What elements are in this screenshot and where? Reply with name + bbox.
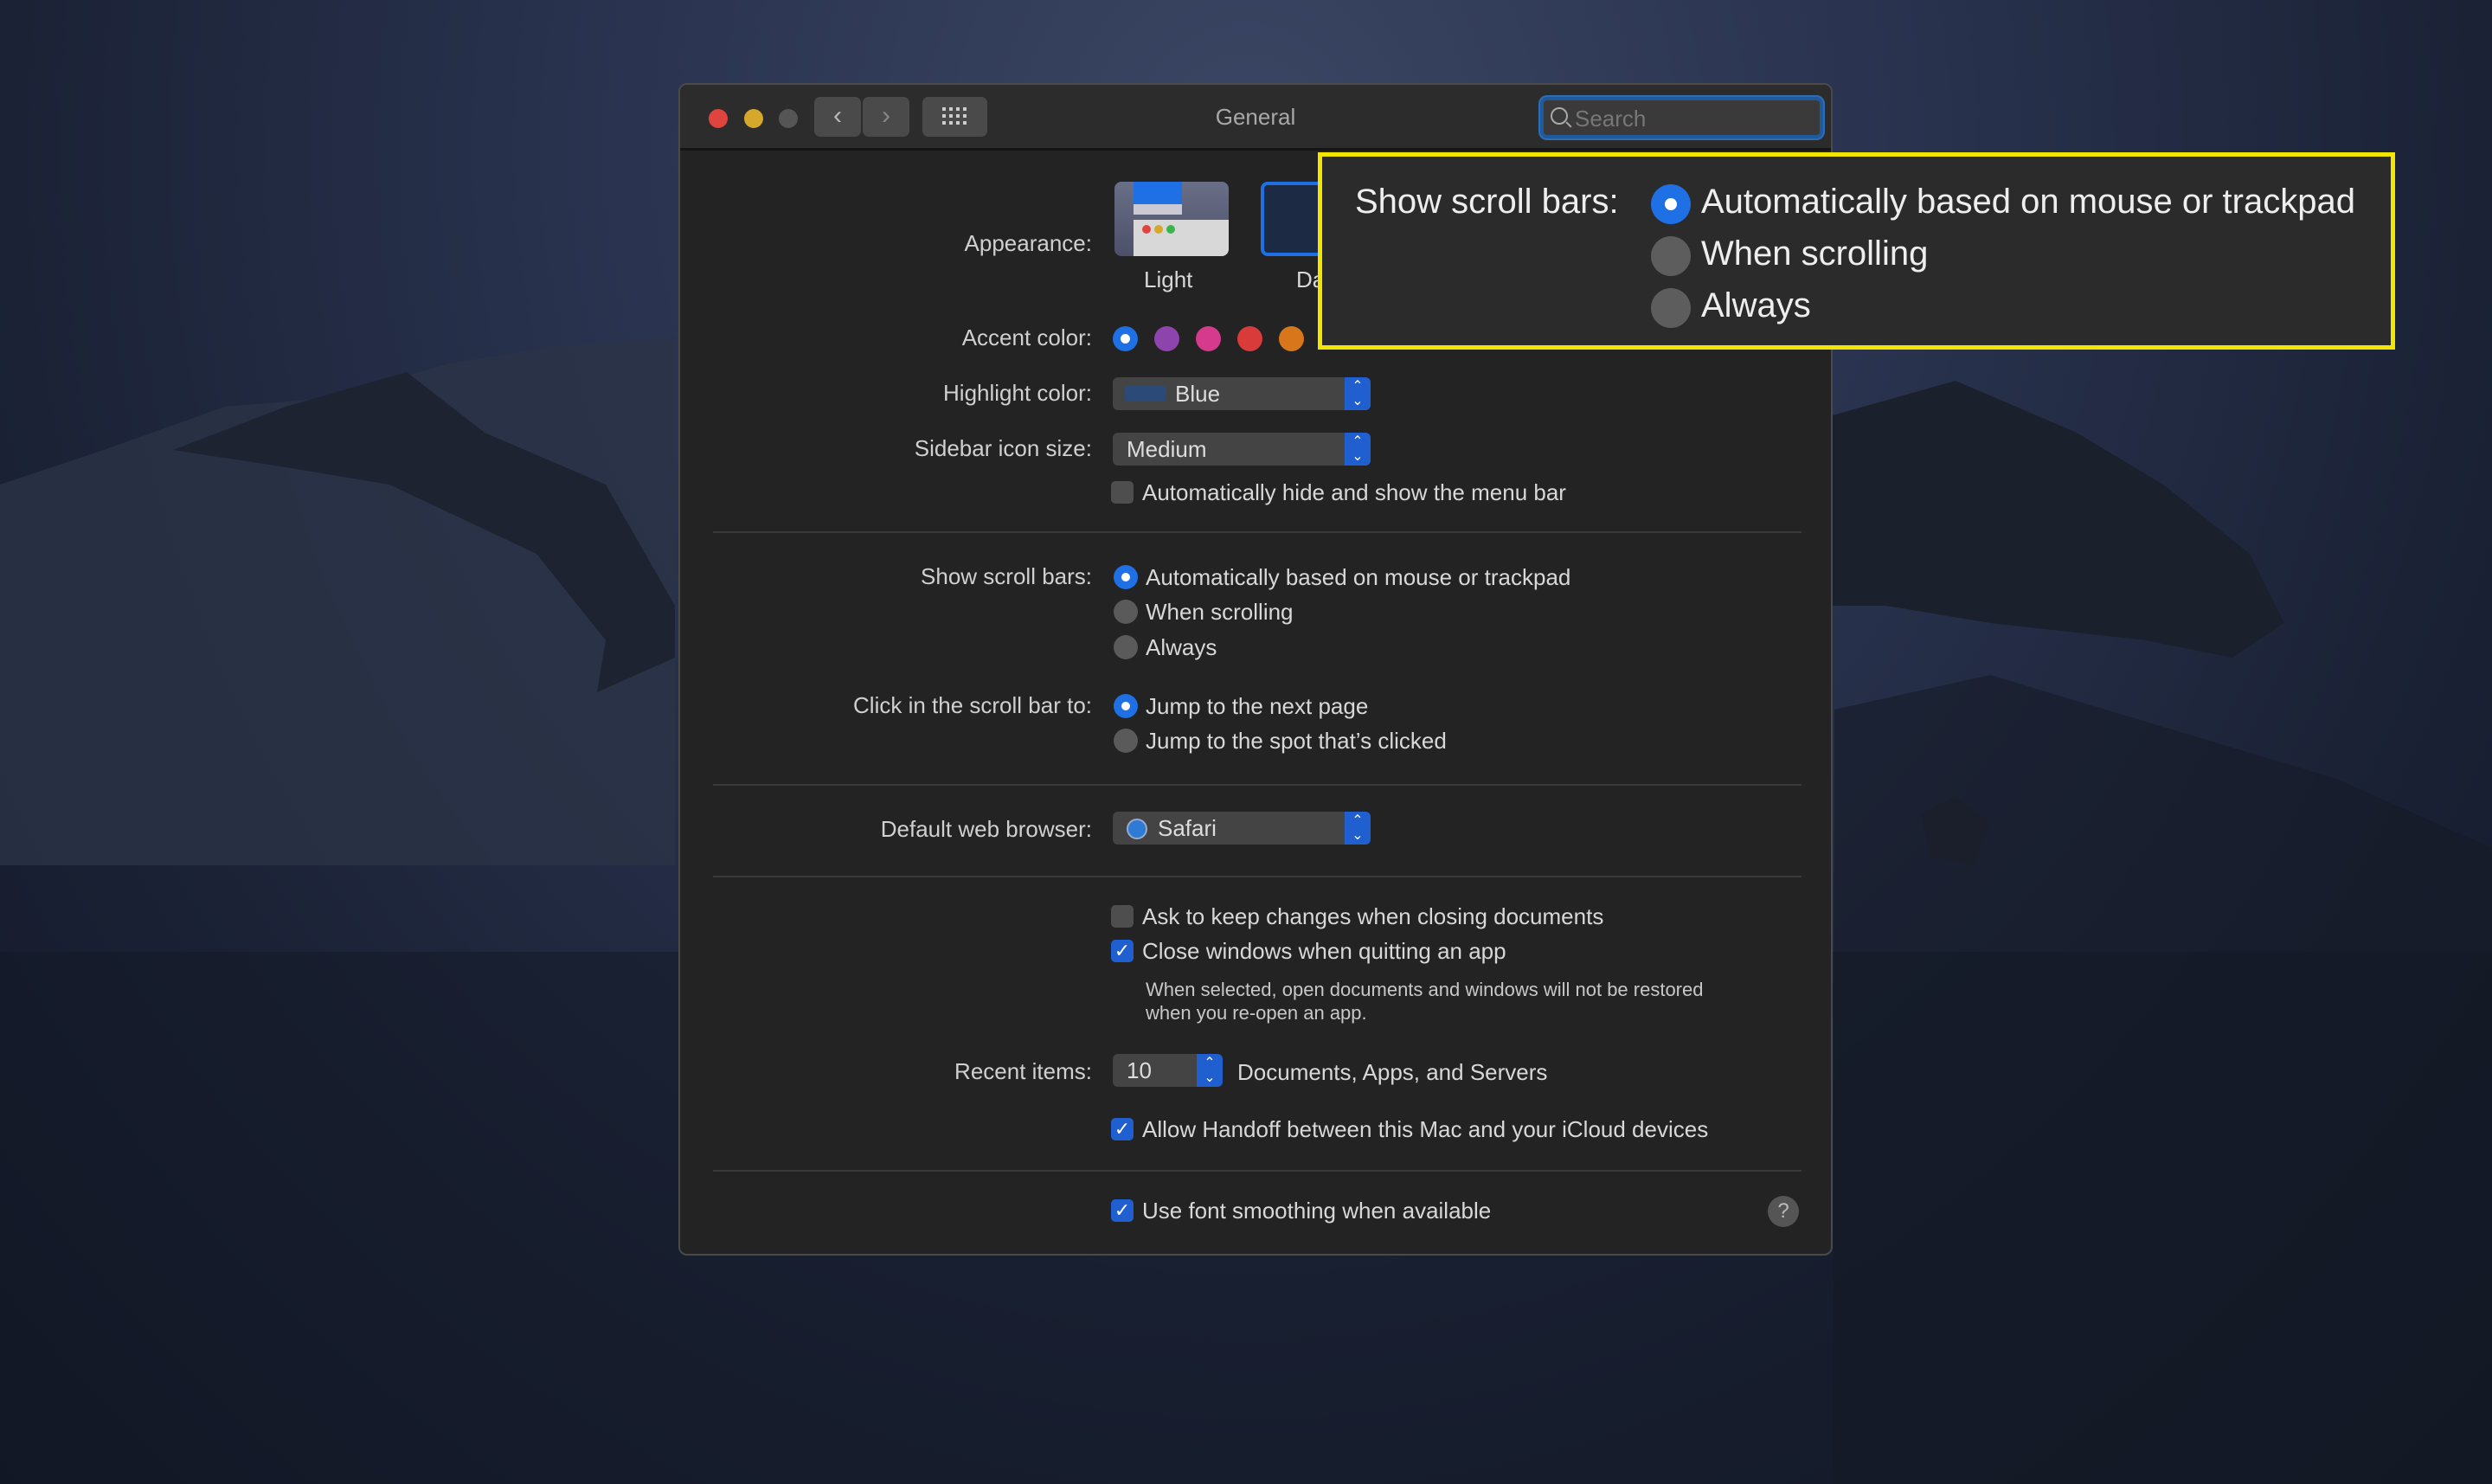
auto-hide-menu-checkbox[interactable]: [1111, 481, 1134, 504]
callout-radio-always: [1651, 288, 1691, 328]
font-smoothing-label: Use font smoothing when available: [1142, 1198, 1492, 1224]
jump-spot-radio[interactable]: [1114, 729, 1138, 753]
search-field[interactable]: Search: [1540, 97, 1823, 138]
scroll-auto-label: Automatically based on mouse or trackpad: [1146, 564, 1571, 590]
highlight-swatch: [1125, 386, 1166, 402]
title-bar: ‹ › General Search: [680, 85, 1831, 151]
accent-pink[interactable]: [1196, 326, 1221, 351]
callout-option-always: Always: [1701, 286, 1811, 324]
safari-icon: [1127, 819, 1147, 839]
jump-next-page-radio[interactable]: [1114, 694, 1138, 718]
scroll-always-label: Always: [1146, 634, 1217, 660]
handoff-checkbox[interactable]: ✓: [1111, 1118, 1134, 1140]
accent-purple[interactable]: [1154, 326, 1179, 351]
recent-items-stepper[interactable]: 10 ⌃ ⌄: [1113, 1054, 1223, 1087]
search-placeholder: Search: [1575, 106, 1647, 132]
auto-hide-menu-label: Automatically hide and show the menu bar: [1142, 479, 1566, 505]
highlight-color-value: Blue: [1175, 381, 1221, 407]
default-browser-value: Safari: [1158, 815, 1217, 841]
popup-arrows-icon: ⌃ ⌄: [1345, 433, 1371, 466]
accent-red[interactable]: [1237, 326, 1262, 351]
callout-label: Show scroll bars:: [1355, 183, 1619, 221]
show-scroll-bars-label: Show scroll bars:: [921, 563, 1092, 589]
appearance-label: Appearance:: [964, 230, 1092, 256]
sidebar-icon-size-value: Medium: [1127, 436, 1207, 462]
font-smoothing-checkbox[interactable]: ✓: [1111, 1199, 1134, 1222]
sidebar-icon-size-label: Sidebar icon size:: [914, 435, 1092, 461]
accent-color-label: Accent color:: [961, 324, 1092, 350]
stepper-arrows-icon[interactable]: ⌃ ⌄: [1197, 1054, 1223, 1087]
search-icon: [1551, 107, 1568, 125]
accent-orange[interactable]: [1279, 326, 1304, 351]
ask-keep-changes-checkbox[interactable]: [1111, 905, 1134, 928]
default-browser-label: Default web browser:: [880, 816, 1092, 842]
sidebar-icon-size-popup[interactable]: Medium ⌃ ⌄: [1113, 433, 1371, 466]
callout-option-when-scrolling: When scrolling: [1701, 234, 1929, 273]
scroll-when-scrolling-radio[interactable]: [1114, 600, 1138, 624]
jump-spot-label: Jump to the spot that’s clicked: [1146, 728, 1447, 754]
close-windows-label: Close windows when quitting an app: [1142, 938, 1506, 964]
scroll-auto-radio[interactable]: [1114, 565, 1138, 589]
scroll-always-radio[interactable]: [1114, 635, 1138, 659]
divider: [713, 531, 1802, 533]
callout-radio-auto: [1651, 184, 1691, 224]
checkmark-icon: ✓: [1114, 1118, 1131, 1140]
recent-items-label: Recent items:: [954, 1058, 1092, 1084]
default-browser-popup[interactable]: Safari ⌃ ⌄: [1113, 812, 1371, 845]
highlight-color-popup[interactable]: Blue ⌃ ⌄: [1113, 377, 1371, 410]
highlight-color-label: Highlight color:: [943, 380, 1092, 406]
popup-arrows-icon: ⌃ ⌄: [1345, 377, 1371, 410]
accent-blue[interactable]: [1113, 326, 1138, 351]
ask-keep-changes-label: Ask to keep changes when closing documen…: [1142, 903, 1604, 929]
scroll-bars-callout: Show scroll bars: Automatically based on…: [1318, 152, 2395, 350]
recent-items-suffix: Documents, Apps, and Servers: [1237, 1059, 1548, 1085]
close-windows-checkbox[interactable]: ✓: [1111, 940, 1134, 962]
close-windows-note-line1: When selected, open documents and window…: [1146, 979, 1704, 1000]
click-scroll-bar-label: Click in the scroll bar to:: [853, 692, 1092, 718]
checkmark-icon: ✓: [1114, 940, 1131, 961]
callout-radio-when-scrolling: [1651, 236, 1691, 276]
appearance-light-label: Light: [1144, 267, 1193, 292]
jump-next-page-label: Jump to the next page: [1146, 693, 1369, 719]
checkmark-icon: ✓: [1114, 1199, 1131, 1221]
divider: [713, 784, 1802, 786]
divider: [713, 876, 1802, 877]
close-windows-note-line2: when you re-open an app.: [1146, 1002, 1367, 1024]
recent-items-value: 10: [1127, 1057, 1152, 1083]
popup-arrows-icon: ⌃ ⌄: [1345, 812, 1371, 845]
callout-option-auto: Automatically based on mouse or trackpad: [1701, 183, 2355, 221]
appearance-light-option[interactable]: [1114, 182, 1229, 256]
handoff-label: Allow Handoff between this Mac and your …: [1142, 1116, 1709, 1142]
help-button[interactable]: ?: [1768, 1196, 1799, 1227]
scroll-when-scrolling-label: When scrolling: [1146, 599, 1294, 625]
divider: [713, 1170, 1802, 1172]
